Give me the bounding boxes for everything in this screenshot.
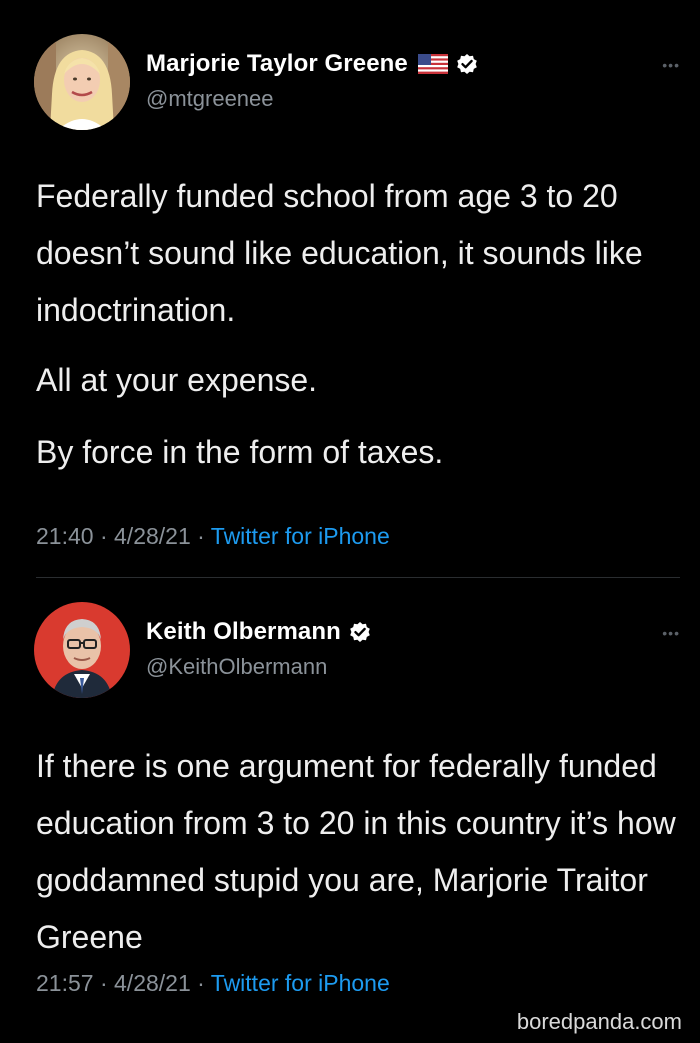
tweet-time[interactable]: 21:40 <box>36 523 94 549</box>
tweet-text-paragraph: If there is one argument for federally f… <box>36 748 676 955</box>
tweet-meta: 21:40 · 4/28/21 · Twitter for iPhone <box>36 523 390 550</box>
avatar-mtg-icon <box>34 34 130 130</box>
tweet-date[interactable]: 4/28/21 <box>114 970 191 996</box>
us-flag-icon <box>417 54 448 74</box>
handle[interactable]: @KeithOlbermann <box>146 654 327 680</box>
handle[interactable]: @mtgreenee <box>146 86 274 112</box>
more-options-icon[interactable]: ••• <box>662 58 680 72</box>
display-name[interactable]: Marjorie Taylor Greene <box>146 50 408 78</box>
tweet-meta: 21:57 · 4/28/21 · Twitter for iPhone <box>36 970 390 997</box>
tweet-source-link[interactable]: Twitter for iPhone <box>211 523 390 549</box>
more-options-icon[interactable]: ••• <box>662 626 680 640</box>
avatar-ko-icon <box>34 602 130 698</box>
author-name-row[interactable]: Marjorie Taylor Greene <box>146 50 478 78</box>
divider <box>36 577 680 578</box>
avatar[interactable] <box>34 34 130 130</box>
tweet-text-paragraph: All at your expense. <box>36 362 318 398</box>
watermark: boredpanda.com <box>516 1009 682 1034</box>
author-name-row[interactable]: Keith Olbermann <box>146 618 371 646</box>
display-name[interactable]: Keith Olbermann <box>146 618 341 646</box>
tweet-time[interactable]: 21:57 <box>36 970 94 996</box>
separator: · <box>93 970 115 996</box>
separator: · <box>93 523 115 549</box>
verified-badge-icon <box>456 53 478 75</box>
separator: · <box>190 970 211 996</box>
avatar[interactable] <box>34 602 130 698</box>
separator: · <box>190 523 211 549</box>
tweet-text-paragraph: By force in the form of taxes. <box>36 434 444 470</box>
tweet-date[interactable]: 4/28/21 <box>114 523 191 549</box>
verified-badge-icon <box>349 621 371 643</box>
tweet-source-link[interactable]: Twitter for iPhone <box>211 970 390 996</box>
tweet-text-paragraph: Federally funded school from age 3 to 20… <box>36 178 643 328</box>
